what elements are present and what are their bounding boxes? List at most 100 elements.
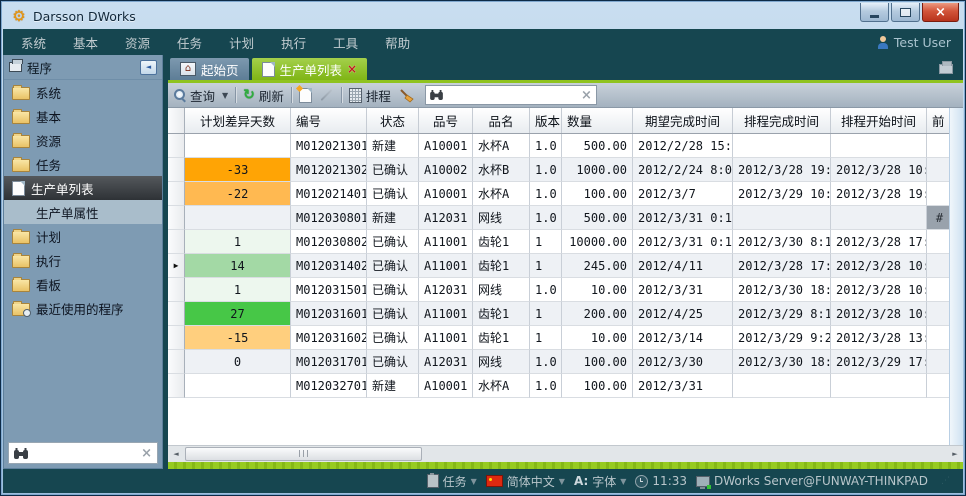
cell-qty[interactable]: 10.00 (562, 326, 633, 350)
menu-item-任务[interactable]: 任务 (177, 33, 202, 52)
cell-status[interactable]: 新建 (367, 206, 419, 230)
cell-diff[interactable]: 14 (185, 254, 291, 278)
sidebar-item-计划[interactable]: 计划 (4, 224, 162, 248)
close-button[interactable]: × (922, 3, 959, 22)
row-selector-cell[interactable] (168, 374, 185, 398)
menu-item-工具[interactable]: 工具 (333, 33, 358, 52)
cell-sched_end[interactable]: 2012/3/29 8:15 (733, 302, 831, 326)
sidebar-item-系统[interactable]: 系统 (4, 80, 162, 104)
cell-extra[interactable] (927, 182, 949, 206)
sidebar-search-input[interactable] (32, 446, 137, 460)
cell-extra[interactable] (927, 134, 949, 158)
sidebar-item-基本[interactable]: 基本 (4, 104, 162, 128)
column-header-version[interactable]: 版本 (530, 108, 562, 133)
cell-status[interactable]: 新建 (367, 374, 419, 398)
cell-sched_start[interactable]: 2012/3/28 10:52 (831, 278, 927, 302)
scroll-left-icon[interactable]: ◄ (168, 446, 184, 462)
query-caret-icon[interactable]: ▼ (222, 91, 228, 100)
row-selector-cell[interactable] (168, 278, 185, 302)
cell-version[interactable]: 1.0 (530, 206, 562, 230)
cell-diff[interactable]: 0 (185, 350, 291, 374)
cell-sched_end[interactable]: 2012/3/29 10:20 (733, 182, 831, 206)
maximize-button[interactable] (891, 3, 920, 22)
table-row[interactable]: 27M012031601已确认A11001齿轮11200.002012/4/25… (168, 302, 949, 326)
cell-sched_start[interactable]: 2012/3/28 10:52 (831, 158, 927, 182)
cascade-windows-icon[interactable] (939, 64, 953, 74)
sidebar-item-看板[interactable]: 看板 (4, 272, 162, 296)
menu-item-帮助[interactable]: 帮助 (385, 33, 410, 52)
cell-sched_start[interactable] (831, 374, 927, 398)
cell-version[interactable]: 1 (530, 254, 562, 278)
table-row[interactable]: 0M012031701已确认A12031网线1.0100.002012/3/30… (168, 350, 949, 374)
menu-item-资源[interactable]: 资源 (125, 33, 150, 52)
cell-version[interactable]: 1 (530, 230, 562, 254)
cell-item_name[interactable]: 网线 (473, 350, 530, 374)
column-header-id[interactable]: 编号 (291, 108, 367, 133)
cell-diff[interactable] (185, 374, 291, 398)
cell-item_name[interactable]: 齿轮1 (473, 230, 530, 254)
menu-item-执行[interactable]: 执行 (281, 33, 306, 52)
cell-sched_start[interactable] (831, 134, 927, 158)
cell-item_name[interactable]: 齿轮1 (473, 254, 530, 278)
column-header-item_no[interactable]: 品号 (419, 108, 473, 133)
cell-qty[interactable]: 100.00 (562, 374, 633, 398)
row-selector-cell[interactable] (168, 302, 185, 326)
cell-status[interactable]: 已确认 (367, 326, 419, 350)
cell-item_no[interactable]: A10002 (419, 158, 473, 182)
cell-version[interactable]: 1.0 (530, 182, 562, 206)
cell-item_no[interactable]: A11001 (419, 230, 473, 254)
cell-sched_start[interactable]: 2012/3/29 17:46 (831, 350, 927, 374)
scrollbar-thumb[interactable] (185, 447, 422, 461)
caret-down-icon[interactable]: ▼ (471, 477, 477, 486)
cell-sched_end[interactable] (733, 374, 831, 398)
cell-id[interactable]: M012031602 (291, 326, 367, 350)
scroll-right-icon[interactable]: ► (947, 446, 963, 462)
cell-sched_start[interactable]: 2012/3/28 13:40 (831, 326, 927, 350)
cell-sched_end[interactable]: 2012/3/28 17:13 (733, 254, 831, 278)
table-row[interactable]: -22M012021401已确认A10001水杯A1.0100.002012/3… (168, 182, 949, 206)
cell-extra[interactable] (927, 350, 949, 374)
cell-sched_start[interactable]: 2012/3/28 19:10 (831, 182, 927, 206)
row-selector-cell[interactable]: ▶ (168, 254, 185, 278)
caret-down-icon[interactable]: ▼ (559, 477, 565, 486)
cell-status[interactable]: 已确认 (367, 350, 419, 374)
clean-button[interactable] (398, 88, 414, 103)
cell-diff[interactable] (185, 206, 291, 230)
cell-sched_end[interactable]: 2012/3/30 8:15 (733, 230, 831, 254)
table-row[interactable]: -33M012021302已确认A10002水杯B1.01000.002012/… (168, 158, 949, 182)
cell-version[interactable]: 1.0 (530, 134, 562, 158)
cell-diff[interactable] (185, 134, 291, 158)
cell-version[interactable]: 1 (530, 326, 562, 350)
cell-id[interactable]: M012021301 (291, 134, 367, 158)
cell-extra[interactable]: # (927, 206, 949, 230)
sidebar-item-生产单属性[interactable]: 生产单属性 (4, 200, 162, 224)
cell-version[interactable]: 1.0 (530, 350, 562, 374)
cell-item_name[interactable]: 齿轮1 (473, 326, 530, 350)
cell-due[interactable]: 2012/2/28 15:00 (633, 134, 733, 158)
cell-sched_end[interactable]: 2012/3/30 18:00 (733, 278, 831, 302)
user-area[interactable]: Test User (877, 35, 951, 50)
cell-item_no[interactable]: A12031 (419, 278, 473, 302)
status-item-简体中文[interactable]: 简体中文▼ (486, 473, 565, 490)
cell-id[interactable]: M012031501 (291, 278, 367, 302)
cell-item_name[interactable]: 网线 (473, 278, 530, 302)
cell-item_no[interactable]: A10001 (419, 374, 473, 398)
sidebar-item-最近使用的程序[interactable]: 最近使用的程序 (4, 296, 162, 320)
cell-item_name[interactable]: 水杯A (473, 182, 530, 206)
cell-item_name[interactable]: 水杯A (473, 134, 530, 158)
cell-sched_end[interactable]: 2012/3/30 18:00 (733, 350, 831, 374)
table-row[interactable]: M012030801新建A12031网线1.0500.002012/3/31 0… (168, 206, 949, 230)
query-button[interactable]: 查询 ▼ (174, 86, 228, 105)
cell-diff[interactable]: 27 (185, 302, 291, 326)
column-header-sched_start[interactable]: 排程开始时间 (831, 108, 927, 133)
cell-diff[interactable]: 1 (185, 230, 291, 254)
minimize-button[interactable] (860, 3, 889, 22)
tab-生产单列表[interactable]: 生产单列表× (252, 58, 368, 80)
cell-extra[interactable] (927, 230, 949, 254)
row-selector-cell[interactable] (168, 350, 185, 374)
tab-起始页[interactable]: ⌂起始页 (170, 58, 249, 80)
table-row[interactable]: 1M012030802已确认A11001齿轮1110000.002012/3/3… (168, 230, 949, 254)
cell-sched_start[interactable] (831, 206, 927, 230)
cell-id[interactable]: M012030802 (291, 230, 367, 254)
cell-due[interactable]: 2012/3/31 (633, 278, 733, 302)
